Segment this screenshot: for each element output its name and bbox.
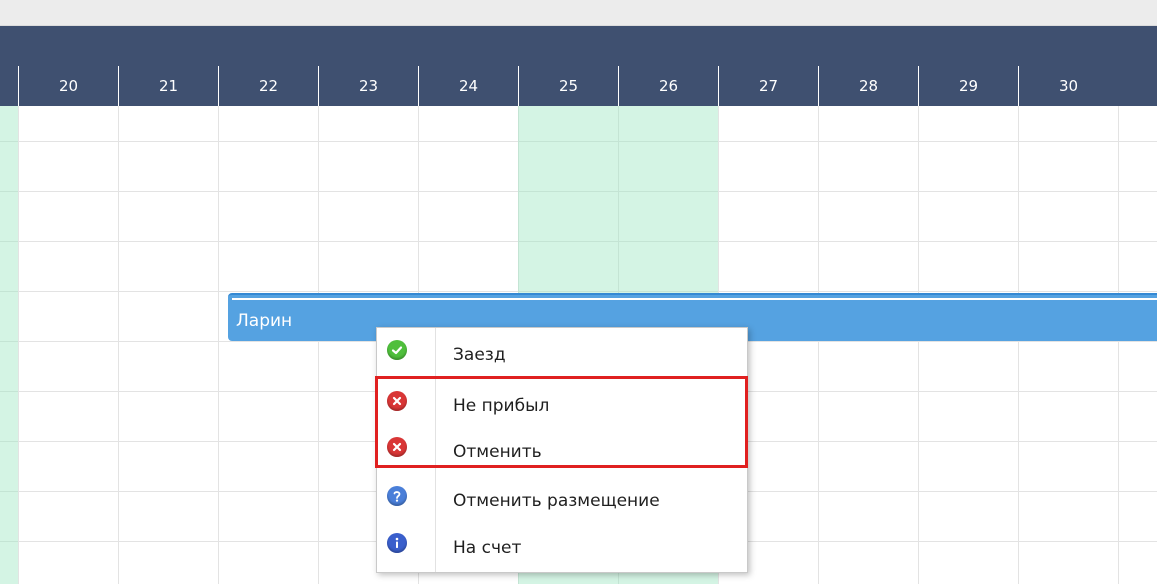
menu-item-label: Отменить размещение [453, 491, 660, 511]
day-header-23[interactable]: 23 [318, 66, 418, 106]
check-icon [387, 340, 407, 360]
weekend-column [0, 106, 18, 584]
question-icon-glyph [393, 491, 401, 502]
question-icon [387, 486, 407, 506]
day-header-29[interactable]: 29 [918, 66, 1018, 106]
menu-item-checkin[interactable]: Заезд [377, 330, 747, 378]
x-icon [387, 437, 407, 457]
day-header-28[interactable]: 28 [818, 66, 918, 106]
top-strip [0, 0, 1157, 26]
day-header-30[interactable]: 30 [1018, 66, 1118, 106]
menu-item-label: Не прибыл [453, 396, 550, 416]
booking-calendar-screen: 19 20 21 22 23 24 25 26 27 28 29 30 Лари… [0, 0, 1157, 584]
menu-item-cancel-placement[interactable]: Отменить размещение [377, 476, 747, 524]
date-header: 19 20 21 22 23 24 25 26 27 28 29 30 [0, 66, 1157, 106]
menu-item-label: Заезд [453, 345, 506, 365]
menu-item-label: На счет [453, 538, 522, 558]
menu-item-no-show[interactable]: Не прибыл [377, 381, 747, 429]
x-icon [387, 391, 407, 411]
check-icon-glyph [391, 346, 403, 355]
calendar-title-bar [0, 26, 1157, 66]
x-icon-glyph [392, 442, 402, 452]
booking-context-menu: Заезд Не прибыл Отменить Отменить размещ… [376, 327, 748, 573]
day-header-20[interactable]: 20 [18, 66, 118, 106]
day-header-21[interactable]: 21 [118, 66, 218, 106]
info-icon [387, 533, 407, 553]
day-header-24[interactable]: 24 [418, 66, 518, 106]
day-header-22[interactable]: 22 [218, 66, 318, 106]
day-header-19[interactable]: 19 [0, 66, 18, 106]
day-header-27[interactable]: 27 [718, 66, 818, 106]
menu-item-to-bill[interactable]: На счет [377, 523, 747, 571]
x-icon-glyph [392, 396, 402, 406]
day-header-26[interactable]: 26 [618, 66, 718, 106]
menu-item-cancel[interactable]: Отменить [377, 427, 747, 475]
booking-guest-name: Ларин [236, 311, 293, 331]
info-icon-glyph [395, 537, 399, 548]
menu-item-label: Отменить [453, 442, 542, 462]
day-header-25[interactable]: 25 [518, 66, 618, 106]
